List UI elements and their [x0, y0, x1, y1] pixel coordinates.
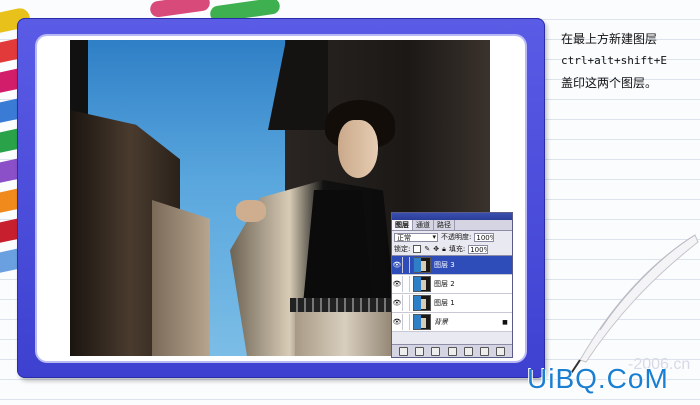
- new-layer-button[interactable]: [479, 346, 489, 356]
- tab-channels[interactable]: 通道: [413, 220, 434, 230]
- layer-thumbnail: [413, 314, 431, 330]
- layer-style-button[interactable]: [415, 346, 425, 356]
- lock-transparency-icon[interactable]: [413, 245, 422, 253]
- layer-name: 背景: [434, 318, 448, 326]
- instruction-line-1: 在最上方新建图层: [561, 32, 658, 46]
- frame-inner: 图层 通道 路径 正常 不透明度: 100% 锁定: ✎ ✥ 🔒︎ 填充: 10…: [37, 36, 525, 361]
- link-slot: [402, 295, 410, 311]
- pencil-icon: [149, 0, 211, 19]
- opacity-field[interactable]: 100%: [474, 232, 495, 242]
- eye-icon[interactable]: 👁︎: [392, 280, 402, 288]
- building-left-lit: [152, 200, 210, 356]
- layer-name: 图层 2: [434, 280, 455, 288]
- person-hand: [236, 200, 266, 222]
- lock-move-icon[interactable]: ✥: [433, 245, 439, 253]
- layer-row-2[interactable]: 👁︎ 图层 2: [392, 275, 512, 294]
- eye-icon[interactable]: 👁︎: [392, 299, 402, 307]
- blend-row: 正常 不透明度: 100%: [392, 231, 512, 243]
- eye-icon[interactable]: 👁︎: [392, 261, 402, 269]
- person-pants: [295, 312, 395, 356]
- panel-footer: [392, 344, 512, 357]
- instruction-text: 在最上方新建图层 ctrl+alt+shift+E 盖印这两个图层。: [561, 28, 696, 94]
- layer-thumbnail: [413, 276, 431, 292]
- person-belt: [290, 298, 400, 312]
- tab-layers[interactable]: 图层: [392, 220, 413, 230]
- lock-brush-icon[interactable]: ✎: [424, 245, 430, 253]
- layer-row-1[interactable]: 👁︎ 图层 1: [392, 294, 512, 313]
- tab-paths[interactable]: 路径: [434, 220, 455, 230]
- lock-icon: ■: [502, 318, 508, 326]
- lock-row: 锁定: ✎ ✥ 🔒︎ 填充: 100%: [392, 243, 512, 255]
- layer-thumbnail: [413, 257, 431, 273]
- panel-titlebar[interactable]: [392, 213, 512, 220]
- link-slot: [402, 314, 410, 330]
- adjustment-layer-button[interactable]: [463, 346, 473, 356]
- layer-thumbnail: [413, 295, 431, 311]
- layers-panel: 图层 通道 路径 正常 不透明度: 100% 锁定: ✎ ✥ 🔒︎ 填充: 10…: [391, 212, 513, 358]
- opacity-label: 不透明度:: [441, 233, 472, 241]
- slide-frame: 图层 通道 路径 正常 不透明度: 100% 锁定: ✎ ✥ 🔒︎ 填充: 10…: [17, 18, 545, 378]
- instruction-line-2: ctrl+alt+shift+E: [561, 54, 667, 67]
- panel-tabs: 图层 通道 路径: [392, 220, 512, 231]
- watermark-brand: UiBQ.CoM: [527, 363, 669, 394]
- new-group-button[interactable]: [447, 346, 457, 356]
- link-slot: [402, 276, 410, 292]
- eye-icon[interactable]: 👁︎: [392, 318, 402, 326]
- person-face: [338, 120, 378, 178]
- layer-name: 图层 1: [434, 299, 455, 307]
- delete-layer-button[interactable]: [495, 346, 505, 356]
- layer-name: 图层 3: [434, 261, 455, 269]
- blend-mode-select[interactable]: 正常: [394, 232, 438, 242]
- layer-row-3[interactable]: 👁︎ 图层 3: [392, 256, 512, 275]
- lock-label: 锁定:: [394, 245, 411, 253]
- lock-all-icon[interactable]: 🔒︎: [442, 245, 446, 254]
- add-mask-button[interactable]: [431, 346, 441, 356]
- brush-icon: [402, 257, 410, 273]
- fill-label: 填充:: [448, 245, 466, 253]
- layer-list: 👁︎ 图层 3 👁︎ 图层 2 👁︎ 图层 1 👁︎ 背景 ■: [392, 255, 512, 332]
- link-layers-button[interactable]: [399, 346, 409, 356]
- instruction-line-3: 盖印这两个图层。: [561, 76, 658, 90]
- fill-field[interactable]: 100%: [468, 244, 489, 254]
- layer-row-background[interactable]: 👁︎ 背景 ■: [392, 313, 512, 332]
